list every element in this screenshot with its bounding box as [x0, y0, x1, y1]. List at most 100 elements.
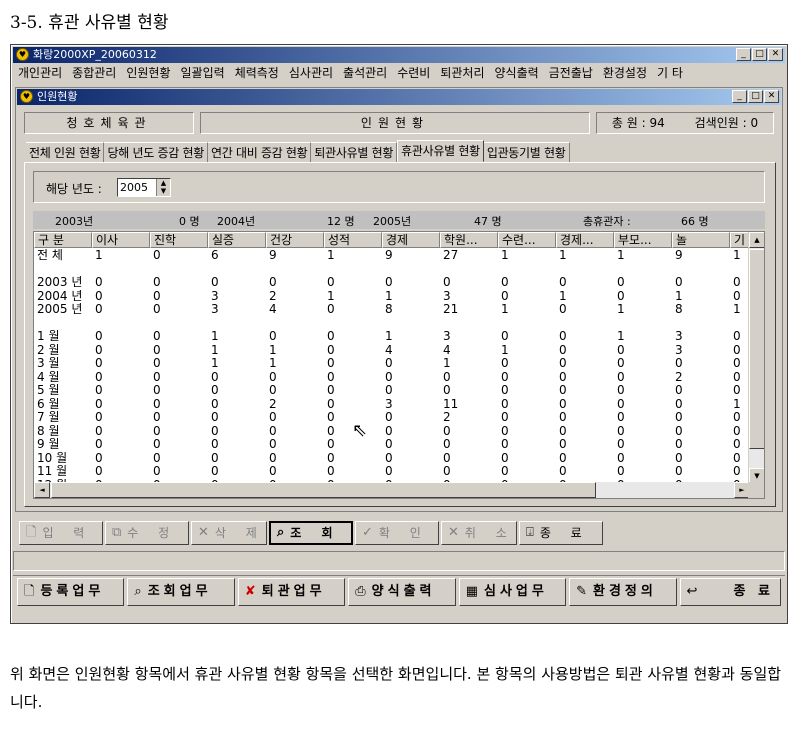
table-cell: 2: [269, 397, 277, 411]
scroll-left-icon[interactable]: ◄: [34, 482, 50, 498]
close-button[interactable]: ⍗ 종 료: [519, 521, 603, 545]
minimize-icon[interactable]: _: [732, 90, 747, 103]
child-titlebar[interactable]: ♥ 인원현황 _ □ ✕: [17, 89, 781, 105]
delete-button[interactable]: ✕ 삭 제: [191, 521, 267, 545]
scroll-up-icon[interactable]: ▲: [749, 232, 764, 248]
horizontal-scrollbar[interactable]: ◄ ►: [34, 482, 750, 498]
menu-item[interactable]: 출석관리: [338, 64, 392, 82]
column-header[interactable]: 경제: [382, 232, 440, 248]
table-row[interactable]: 2004 년003211301010: [34, 290, 750, 303]
menu-item[interactable]: 심사관리: [284, 64, 338, 82]
table-cell: 3: [211, 289, 219, 303]
table-row[interactable]: 1 월001001300130: [34, 330, 750, 343]
maximize-icon[interactable]: □: [752, 48, 767, 61]
close-icon[interactable]: ✕: [764, 90, 779, 103]
column-header[interactable]: 학원...: [440, 232, 498, 248]
table-row[interactable]: 8 월000000000000: [34, 425, 750, 438]
summary-year-1: 2003년: [55, 215, 94, 228]
spin-icon[interactable]: ▲ ▼: [156, 179, 170, 196]
menu-item[interactable]: 일괄입력: [176, 64, 230, 82]
minimize-icon[interactable]: _: [736, 48, 751, 61]
table-row[interactable]: 9 월000000000000: [34, 438, 750, 451]
menu-item[interactable]: 종합관리: [67, 64, 121, 82]
printer-icon: ⎙: [355, 584, 366, 599]
table-row[interactable]: 2005 년 0 0 3 4 0 8 21 1 0 1 8 1: [34, 303, 750, 316]
table-cell: 0: [153, 249, 161, 262]
data-grid[interactable]: 구 분 이사 진학 실증 건강 성적 경제 학원... 수련... 경제... 부모... 놀 기 전 …: [33, 231, 765, 499]
column-header[interactable]: 성적: [324, 232, 382, 248]
tab-leave-reason[interactable]: 퇴관사유별 현황: [311, 142, 398, 162]
menu-item[interactable]: 환경설정: [598, 64, 652, 82]
table-row[interactable]: [34, 263, 750, 276]
table-row[interactable]: 3 월001100100000: [34, 357, 750, 370]
table-cell: 0: [385, 370, 393, 384]
row-label: 2005 년: [37, 303, 83, 316]
table-row[interactable]: 4 월000000000020: [34, 371, 750, 384]
table-row[interactable]: 11 월000000000000: [34, 465, 750, 478]
vertical-scroll-thumb[interactable]: [749, 249, 764, 449]
column-header[interactable]: 진학: [150, 232, 208, 248]
column-header[interactable]: 놀: [672, 232, 730, 248]
exit-button[interactable]: ↩ 종 료: [679, 578, 781, 606]
menu-item[interactable]: 양식출력: [490, 64, 544, 82]
table-cell: 3: [675, 343, 683, 357]
table-row[interactable]: 5 월000000000000: [34, 384, 750, 397]
vertical-scrollbar[interactable]: ▲ ▼: [748, 232, 764, 484]
table-row[interactable]: 10 월000000000000: [34, 452, 750, 465]
table-row[interactable]: 2 월001104410030: [34, 344, 750, 357]
review-button[interactable]: ▦ 심사업무: [458, 578, 567, 606]
settings-button[interactable]: ✎ 환경정의: [569, 578, 677, 606]
table-row[interactable]: 7 월000000200000: [34, 411, 750, 424]
table-cell: 0: [443, 451, 451, 465]
input-button[interactable]: 🗋 입 력: [19, 521, 103, 545]
year-input[interactable]: 2005 ▲ ▼: [117, 178, 171, 197]
main-titlebar[interactable]: ♥ 화랑2000XP_20060312 _ □ ✕: [13, 47, 785, 63]
tab-strip: 전체 인원 현황 당해 년도 증감 현황 연간 대비 증감 현황 퇴관사유별 현…: [26, 140, 570, 162]
tab-join-motive[interactable]: 입관동기별 현황: [483, 142, 570, 162]
table-cell: 1: [617, 303, 625, 316]
column-header[interactable]: 부모...: [614, 232, 672, 248]
table-cell: 2: [675, 370, 683, 384]
column-header[interactable]: 기: [730, 232, 750, 248]
menu-item[interactable]: 체력측정: [230, 64, 284, 82]
table-row[interactable]: 전 체 1 0 6 9 1 9 27 1 1 1 9 1: [34, 249, 750, 262]
table-cell: 0: [559, 370, 567, 384]
print-button[interactable]: ⎙ 양식출력: [348, 578, 456, 606]
column-header[interactable]: 경제...: [556, 232, 614, 248]
scroll-corner: [748, 482, 764, 498]
leave-button[interactable]: ✘ 퇴관업무: [237, 578, 346, 606]
column-header[interactable]: 건강: [266, 232, 324, 248]
table-cell: 9: [385, 249, 393, 262]
maximize-icon[interactable]: □: [748, 90, 763, 103]
table-cell: 0: [443, 424, 451, 438]
tab-all-members[interactable]: 전체 인원 현황: [26, 142, 105, 162]
table-cell: 0: [385, 424, 393, 438]
tab-year-change[interactable]: 당해 년도 증감 현황: [104, 142, 208, 162]
menu-item[interactable]: 수련비: [392, 64, 435, 82]
register-button[interactable]: 🗋 등록업무: [17, 578, 125, 606]
menu-item[interactable]: 금전출납: [544, 64, 598, 82]
tab-rest-reason[interactable]: 휴관사유별 현황: [397, 140, 484, 162]
table-row[interactable]: [34, 317, 750, 330]
table-cell: 0: [617, 357, 625, 370]
tab-annual-compare[interactable]: 연간 대비 증감 현황: [207, 142, 312, 162]
row-label: 전 체: [37, 249, 63, 262]
column-header[interactable]: 구 분: [34, 232, 92, 248]
menu-item[interactable]: 인원현황: [121, 64, 175, 82]
column-header[interactable]: 수련...: [498, 232, 556, 248]
confirm-button[interactable]: ✓ 확 인: [355, 521, 439, 545]
column-header[interactable]: 이사: [92, 232, 150, 248]
table-row[interactable]: 2003 년000000000000: [34, 276, 750, 289]
menu-item[interactable]: 퇴관처리: [435, 64, 489, 82]
table-row[interactable]: 6 월 0 0 0 2 0 3 11 0 0 0 0 1: [34, 398, 750, 411]
search-button[interactable]: ⌕ 조 회: [269, 521, 353, 545]
edit-button[interactable]: ⧉ 수 정: [105, 521, 189, 545]
table-cell: 0: [95, 384, 103, 397]
cancel-button[interactable]: ✕ 취 소: [441, 521, 517, 545]
menu-item[interactable]: 기 타: [652, 64, 688, 82]
menu-item[interactable]: 개인관리: [13, 64, 67, 82]
close-icon[interactable]: ✕: [768, 48, 783, 61]
horizontal-scroll-thumb[interactable]: [51, 482, 596, 498]
query-button[interactable]: ⌕ 조회업무: [127, 578, 235, 606]
column-header[interactable]: 실증: [208, 232, 266, 248]
